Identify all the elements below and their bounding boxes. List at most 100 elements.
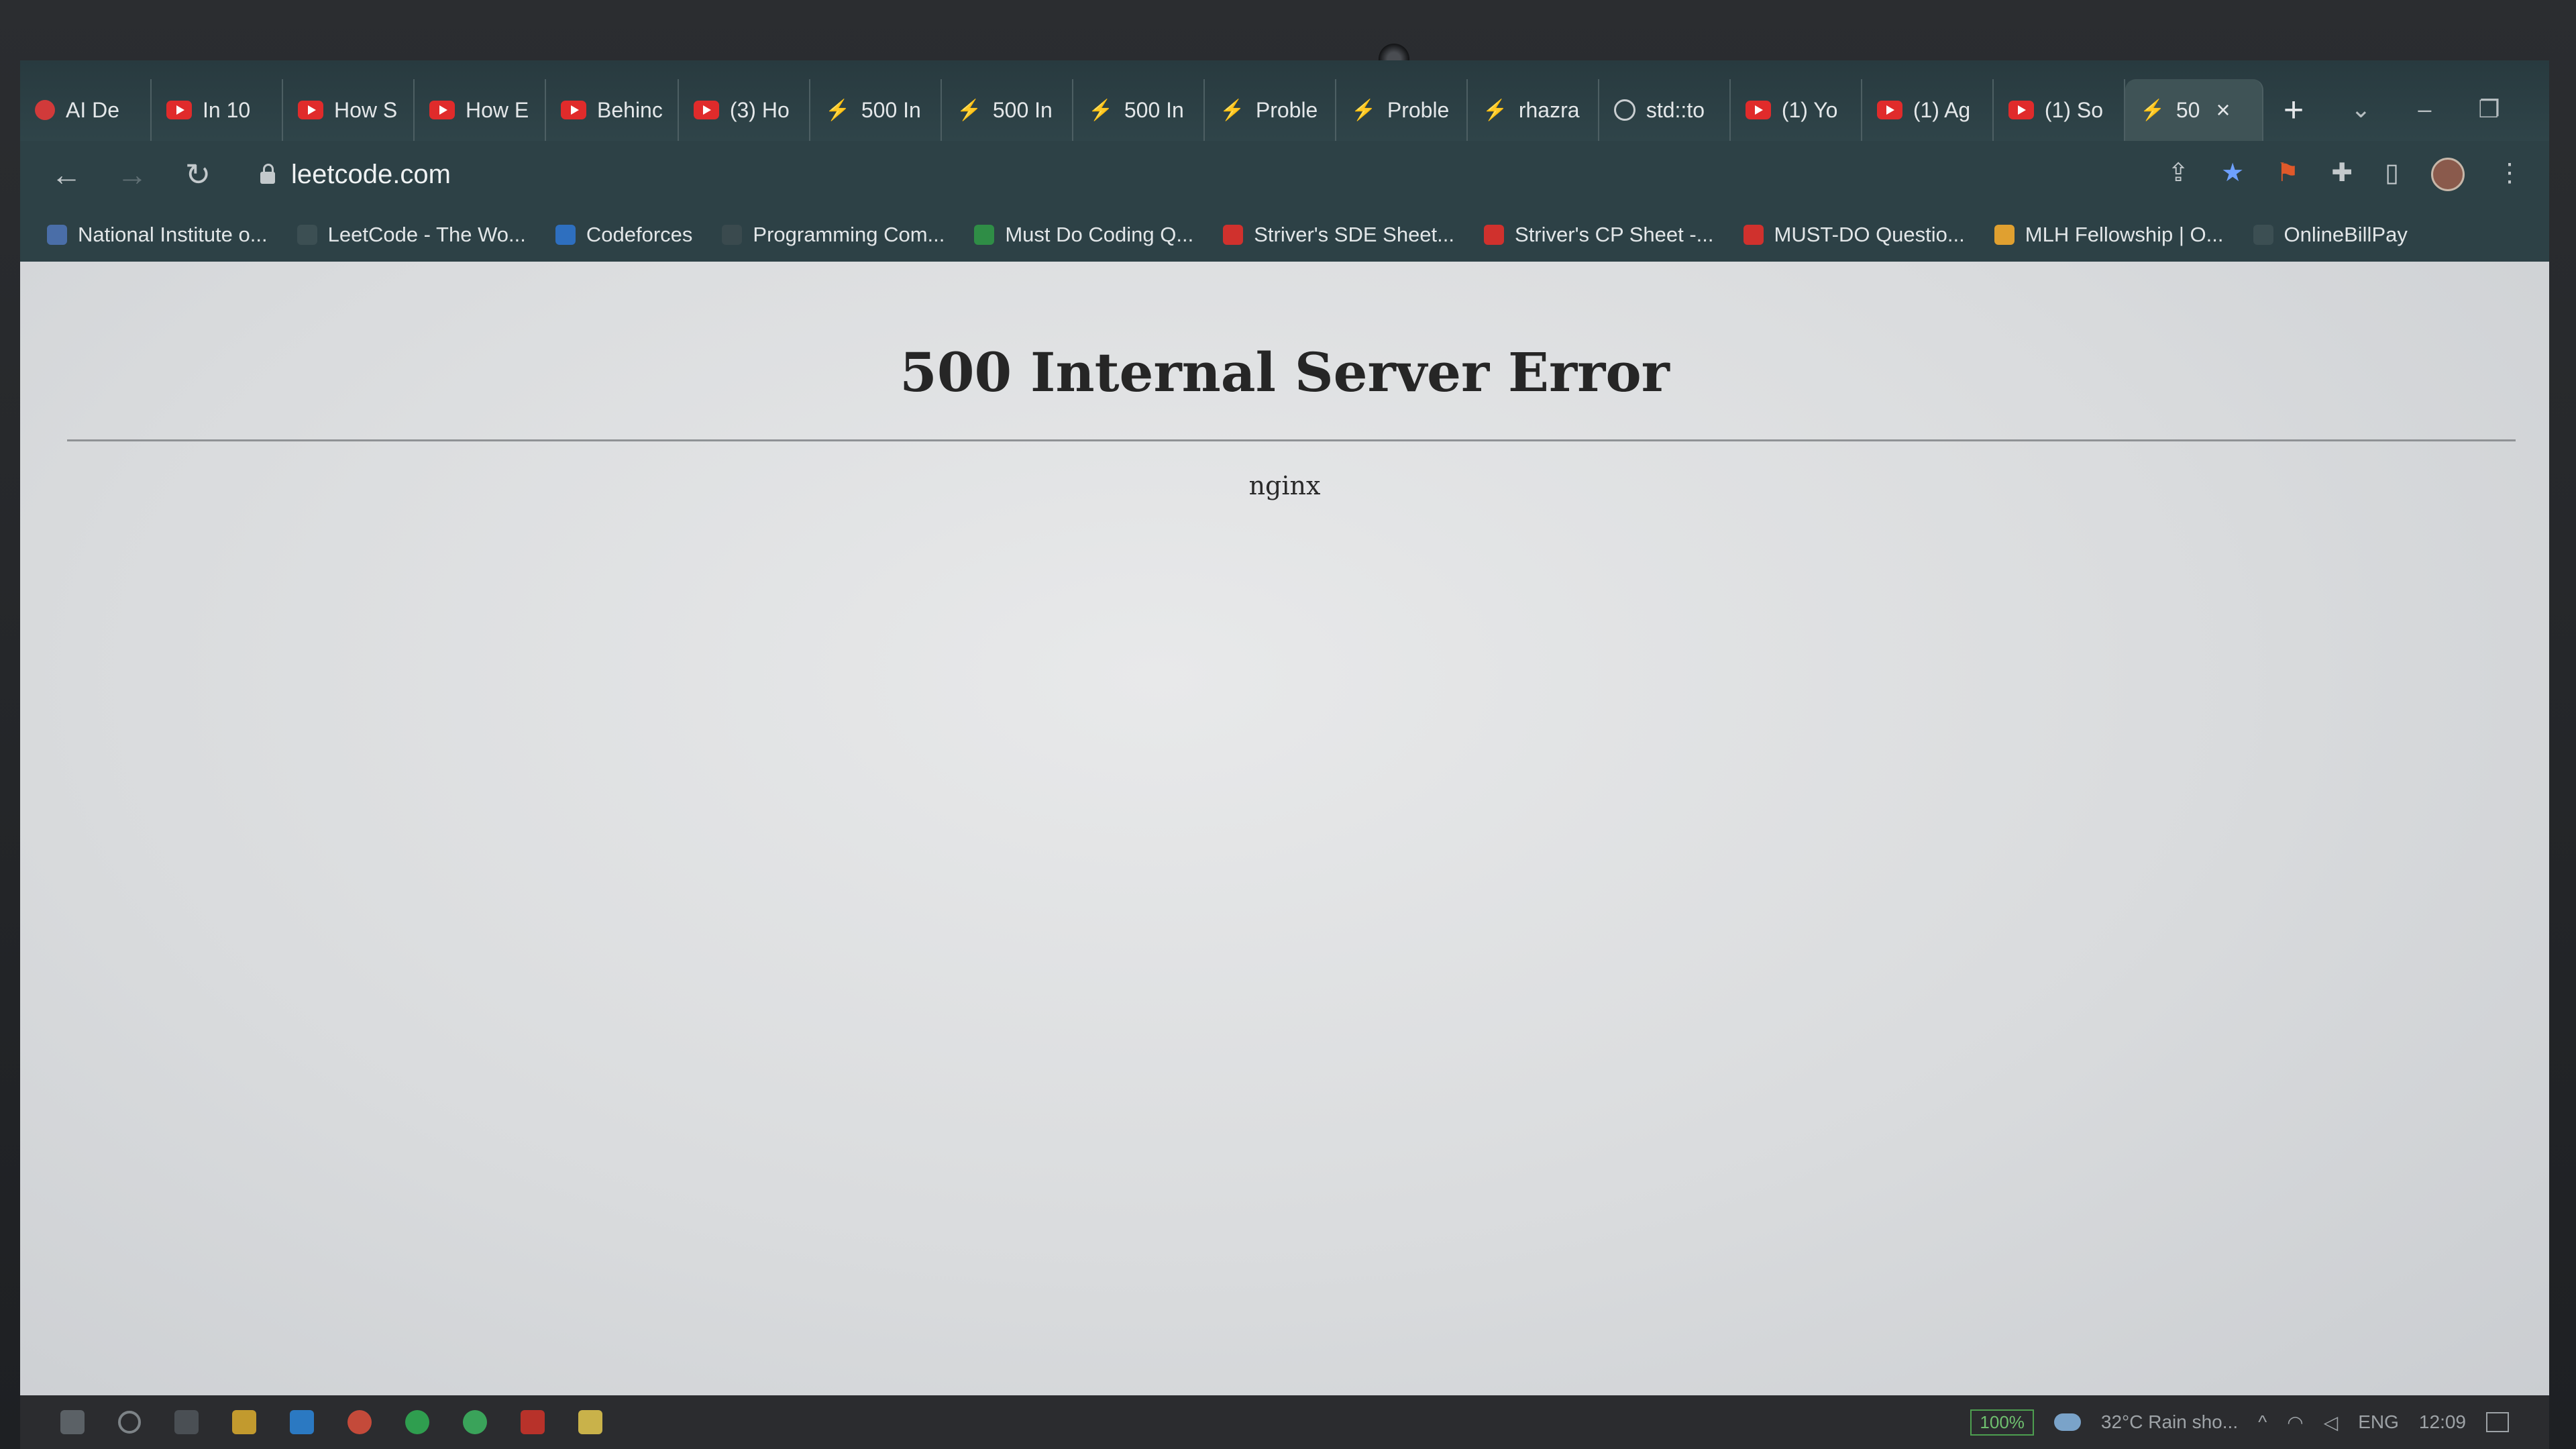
tab-title: How E <box>466 97 529 122</box>
bookmark-label: Striver's CP Sheet -... <box>1515 223 1714 246</box>
bookmark-item[interactable]: Programming Com... <box>722 223 945 247</box>
side-panel-icon[interactable]: ▯ <box>2385 158 2399 191</box>
vscode-icon[interactable] <box>290 1410 314 1434</box>
bookmark-star-icon[interactable]: ★ <box>2221 158 2244 191</box>
youtube-icon <box>693 101 719 119</box>
leetcode-icon: ⚡ <box>1220 99 1245 121</box>
bookmark-favicon-icon <box>297 225 317 245</box>
tab-title: rhazra <box>1518 97 1580 122</box>
bookmark-favicon-icon <box>2253 225 2273 245</box>
browser-tab[interactable]: std::to <box>1599 79 1731 141</box>
bookmark-item[interactable]: Codeforces <box>555 223 692 247</box>
whatsapp-icon[interactable] <box>463 1410 487 1434</box>
bookmark-favicon-icon <box>1484 225 1505 245</box>
task-view-icon[interactable] <box>174 1410 199 1434</box>
github-icon <box>1613 99 1635 121</box>
share-icon[interactable]: ⇪ <box>2167 158 2189 191</box>
browser-tab[interactable]: (1) Yo <box>1731 79 1862 141</box>
address-bar[interactable]: leetcode.com <box>244 151 2141 198</box>
browser-tab[interactable]: (1) So <box>1994 79 2125 141</box>
bookmark-favicon-icon <box>722 225 743 245</box>
tab-title: AI De <box>66 97 120 122</box>
pdf-reader-icon[interactable] <box>521 1410 545 1434</box>
battery-indicator[interactable]: 100% <box>1970 1409 2034 1436</box>
tab-title: (3) Ho <box>729 97 790 122</box>
bookmark-favicon-icon <box>1743 225 1764 245</box>
new-tab-button[interactable]: + <box>2263 90 2324 141</box>
bookmark-label: LeetCode - The Wo... <box>327 223 526 246</box>
page-content: 500 Internal Server Error nginx <box>20 262 2549 1449</box>
menu-kebab-icon[interactable]: ⋮ <box>2497 158 2522 191</box>
bookmark-item[interactable]: National Institute o... <box>47 223 268 247</box>
bookmark-favicon-icon <box>555 225 576 245</box>
browser-tab[interactable]: In 10 <box>152 79 283 141</box>
clock[interactable]: 12:09 <box>2419 1411 2466 1433</box>
start-icon[interactable] <box>60 1410 85 1434</box>
system-tray: 100% 32°C Rain sho... ^ ◠ ◁ ENG 12:09 <box>1970 1409 2509 1436</box>
tab-title: Proble <box>1387 97 1450 122</box>
tab-title: (1) Ag <box>1913 97 1971 122</box>
tab-title: 500 In <box>992 97 1053 122</box>
lock-icon[interactable] <box>260 164 275 184</box>
leetcode-icon: ⚡ <box>1351 99 1377 121</box>
close-window-button[interactable]: ✕ <box>2547 95 2549 123</box>
tab-title: Behinc <box>597 97 663 122</box>
tab-strip: AI De In 10 How S How E Behinc (3) Ho ⚡ 500 In ⚡… <box>20 60 2549 141</box>
bookmark-item[interactable]: OnlineBillPay <box>2253 223 2408 247</box>
bookmark-label: MUST-DO Questio... <box>1774 223 1965 246</box>
tab-search-icon[interactable]: ⌄ <box>2351 95 2371 123</box>
search-icon[interactable] <box>118 1411 141 1434</box>
profile-avatar[interactable] <box>2431 158 2465 191</box>
file-explorer-icon[interactable] <box>232 1410 256 1434</box>
bookmark-item[interactable]: MLH Fellowship | O... <box>1994 223 2224 247</box>
back-arrow-icon[interactable]: ← <box>47 156 86 193</box>
minimize-button[interactable]: – <box>2418 95 2431 123</box>
bookmark-label: Striver's SDE Sheet... <box>1254 223 1455 246</box>
notes-icon[interactable] <box>578 1410 602 1434</box>
browser-tab[interactable]: ⚡ Proble <box>1336 79 1468 141</box>
browser-tab[interactable]: How E <box>415 79 546 141</box>
url-text[interactable]: leetcode.com <box>291 160 451 190</box>
tray-chevron-icon[interactable]: ^ <box>2258 1411 2267 1433</box>
browser-window: AI De In 10 How S How E Behinc (3) Ho ⚡ 500 In ⚡… <box>20 60 2549 1449</box>
volume-icon[interactable]: ◁ <box>2324 1411 2339 1434</box>
browser-tab[interactable]: (1) Ag <box>1862 79 1994 141</box>
extensions-puzzle-icon[interactable]: ✚ <box>2331 158 2353 191</box>
youtube-icon <box>1745 101 1771 119</box>
maximize-button[interactable]: ❐ <box>2478 95 2500 123</box>
wifi-icon[interactable]: ◠ <box>2287 1411 2303 1434</box>
spotify-icon[interactable] <box>405 1410 429 1434</box>
weather-text[interactable]: 32°C Rain sho... <box>2101 1411 2238 1433</box>
browser-tab[interactable]: ⚡ 50 × <box>2125 79 2263 141</box>
bookmark-favicon-icon <box>974 225 995 245</box>
browser-tab[interactable]: ⚡ 500 In <box>942 79 1073 141</box>
bookmark-item[interactable]: Striver's CP Sheet -... <box>1484 223 1714 247</box>
extension-leetcode-icon[interactable]: ⚑ <box>2276 158 2299 191</box>
bookmark-item[interactable]: MUST-DO Questio... <box>1743 223 1965 247</box>
leetcode-icon: ⚡ <box>1088 99 1114 121</box>
browser-tab[interactable]: ⚡ Proble <box>1205 79 1336 141</box>
forward-arrow-icon[interactable]: → <box>113 156 152 193</box>
notification-icon[interactable] <box>2486 1412 2509 1432</box>
horizontal-rule <box>67 439 2516 441</box>
chrome-icon[interactable] <box>347 1410 372 1434</box>
bookmark-item[interactable]: Must Do Coding Q... <box>974 223 1193 247</box>
browser-tab[interactable]: ⚡ rhazra <box>1468 79 1599 141</box>
reload-icon[interactable]: ↻ <box>178 156 217 193</box>
bookmark-item[interactable]: Striver's SDE Sheet... <box>1223 223 1454 247</box>
bookmark-item[interactable]: LeetCode - The Wo... <box>297 223 526 247</box>
browser-toolbar: ← → ↻ leetcode.com ⇪ ★ ⚑ ✚ ▯ ⋮ <box>20 141 2549 208</box>
browser-tab[interactable]: (3) Ho <box>679 79 810 141</box>
browser-tab[interactable]: ⚡ 500 In <box>1073 79 1205 141</box>
tab-title: How S <box>334 97 398 122</box>
browser-tab[interactable]: ⚡ 500 In <box>810 79 942 141</box>
bookmark-favicon-icon <box>1223 225 1244 245</box>
browser-tab[interactable]: How S <box>283 79 415 141</box>
browser-tab[interactable]: Behinc <box>546 79 679 141</box>
browser-tab[interactable]: AI De <box>20 79 152 141</box>
bookmark-label: National Institute o... <box>78 223 268 246</box>
language-indicator[interactable]: ENG <box>2358 1411 2399 1433</box>
youtube-icon <box>2008 101 2034 119</box>
close-tab-icon[interactable]: × <box>2216 96 2230 124</box>
youtube-icon <box>166 101 192 119</box>
